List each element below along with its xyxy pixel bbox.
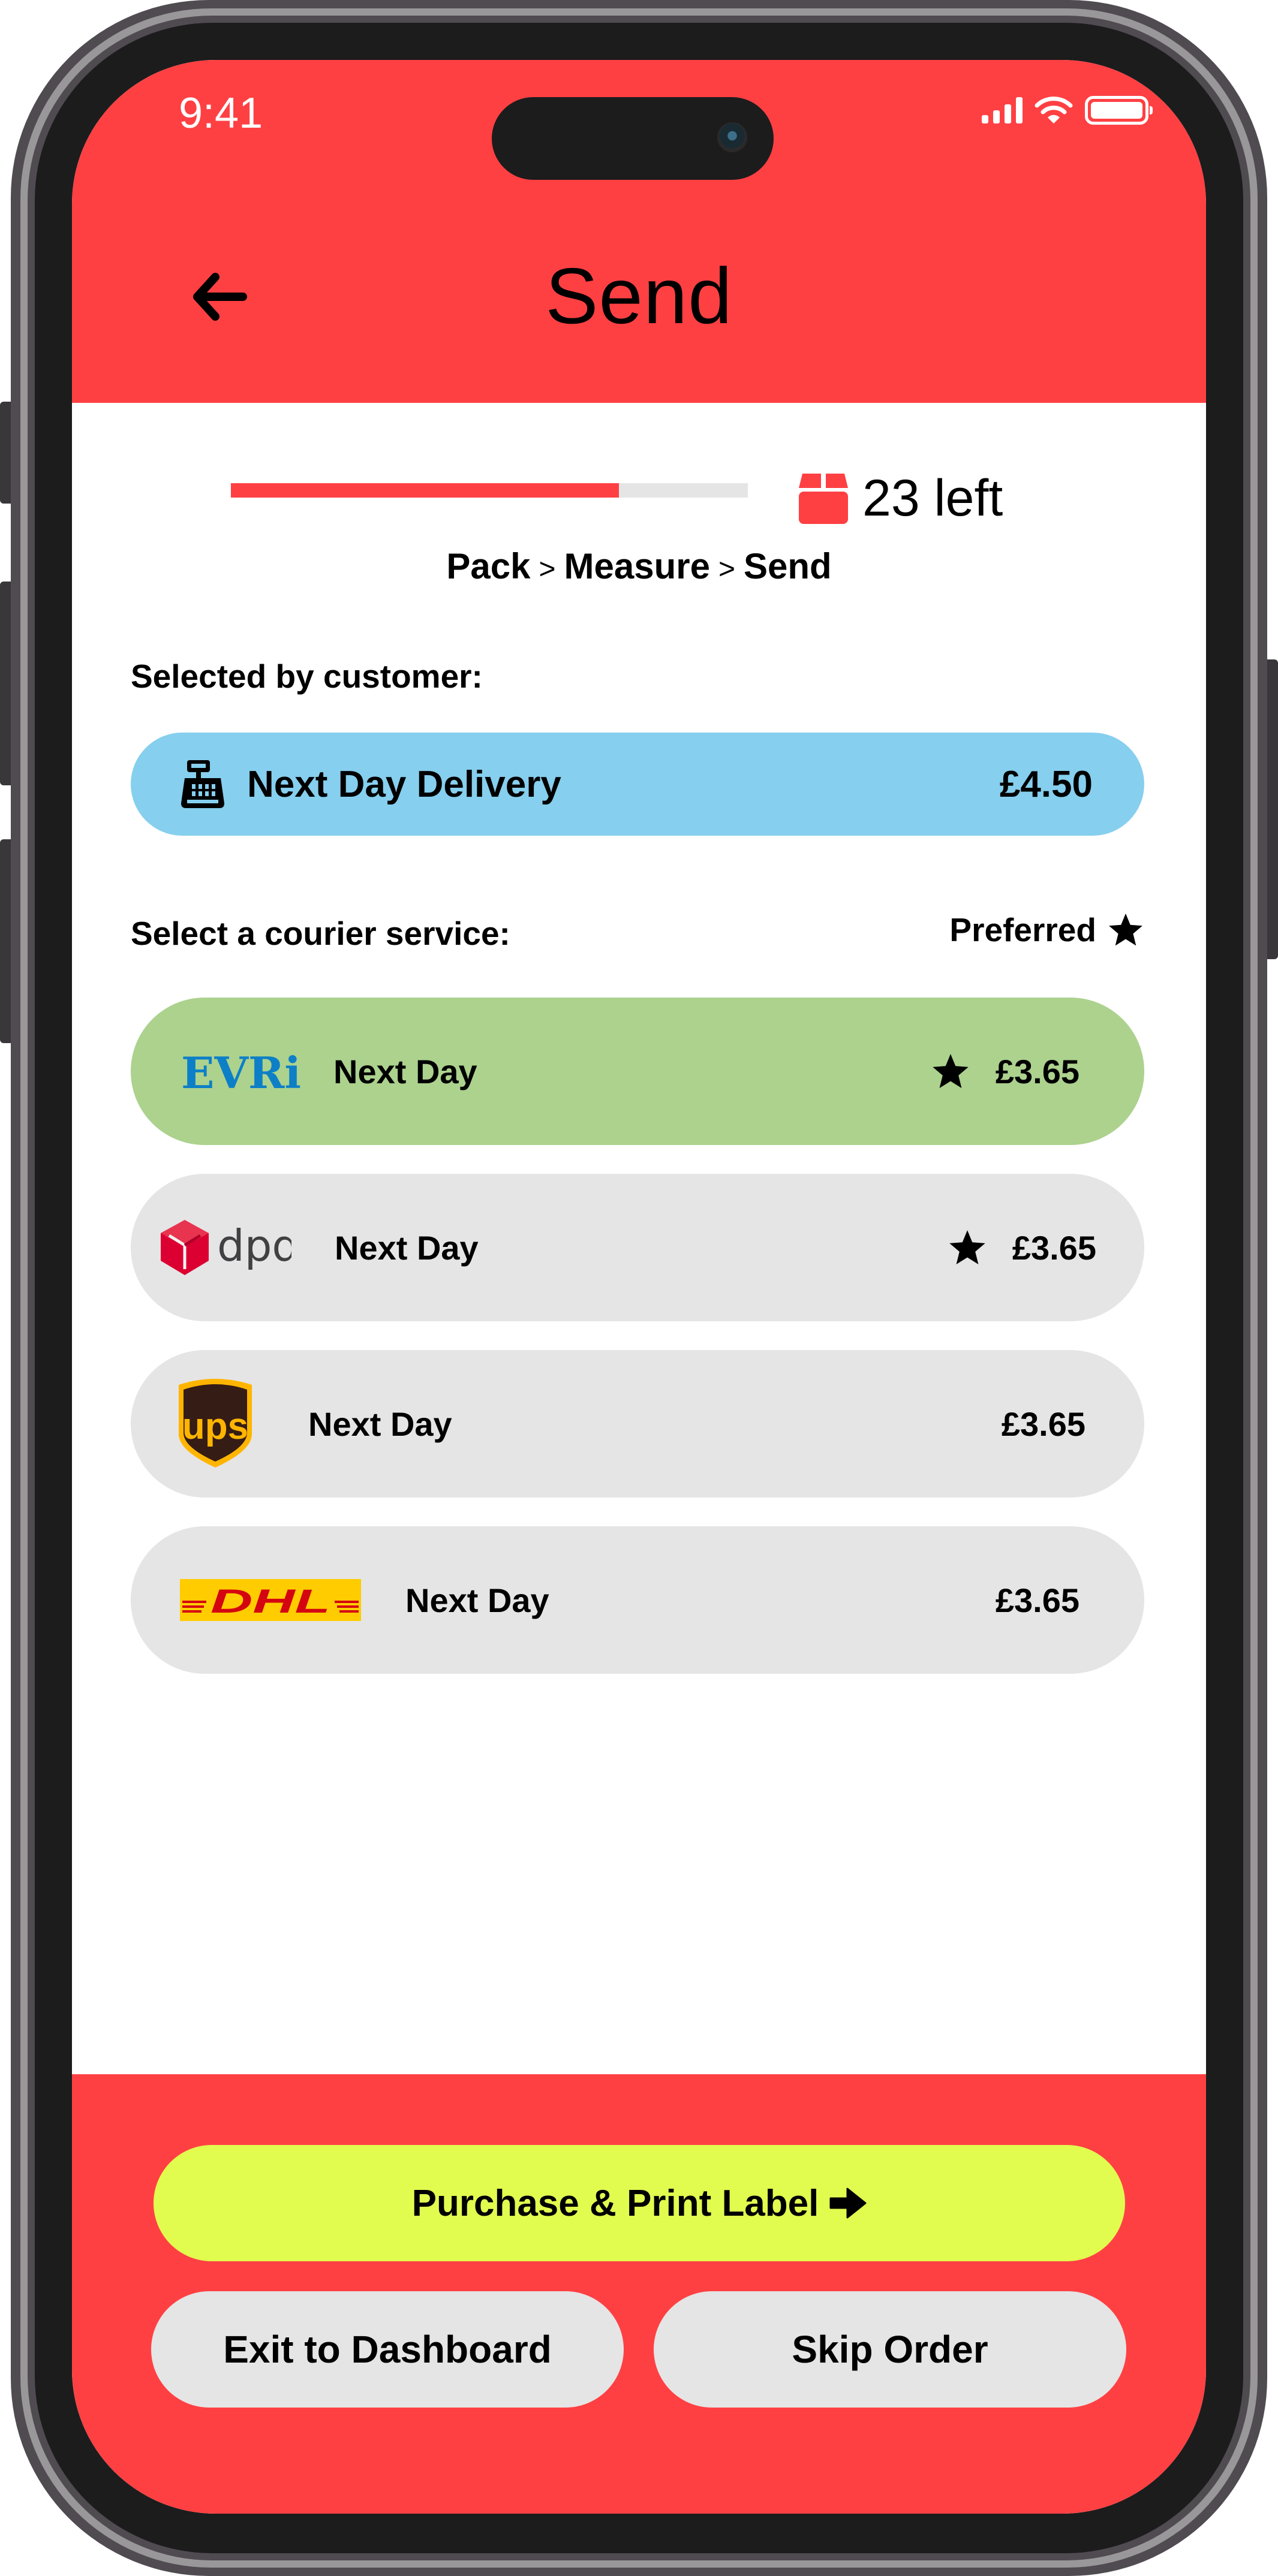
courier-service: Next Day xyxy=(335,1228,479,1267)
svg-text:EVRi: EVRi xyxy=(181,1052,301,1090)
header-bar: 9:41 Send xyxy=(72,60,1206,403)
courier-service: Next Day xyxy=(405,1581,549,1619)
skip-order-text: Skip Order xyxy=(792,2328,988,2371)
courier-option-dhl[interactable]: DHL Next Day £3.65 xyxy=(131,1526,1144,1674)
progress-bar xyxy=(231,483,748,498)
breadcrumb-separator: > xyxy=(718,553,735,585)
preferred-star-icon xyxy=(933,1054,969,1089)
dhl-logo: DHL xyxy=(180,1579,361,1621)
customer-selected-service: Next Day Delivery £4.50 xyxy=(131,733,1144,836)
svg-text:DHL: DHL xyxy=(211,1582,330,1620)
courier-price: £3.65 xyxy=(1001,1405,1085,1443)
breadcrumb-step-measure: Measure xyxy=(564,546,710,586)
courier-price: £3.65 xyxy=(1012,1228,1096,1267)
preferred-label: Preferred xyxy=(949,911,1096,948)
breadcrumb-step-send: Send xyxy=(743,546,832,586)
evri-logo: EVRi xyxy=(181,1052,301,1090)
courier-option-dpd[interactable]: dpd Next Day £3.65 xyxy=(131,1174,1144,1321)
breadcrumb-separator: > xyxy=(539,553,556,585)
status-time: 9:41 xyxy=(179,89,263,137)
courier-section-label: Select a courier service: xyxy=(131,915,510,952)
app-screen: 9:41 Send 23 left Pack > Measure > Send … xyxy=(72,60,1206,2514)
purchase-print-label-button[interactable]: Purchase & Print Label xyxy=(154,2145,1125,2261)
courier-price: £3.65 xyxy=(995,1052,1079,1090)
courier-price: £3.65 xyxy=(995,1581,1079,1619)
cellular-signal-icon xyxy=(982,97,1023,123)
progress-fill xyxy=(231,483,619,498)
svg-text:dpd: dpd xyxy=(217,1221,291,1271)
package-icon xyxy=(799,473,848,524)
preferred-star-icon xyxy=(949,1230,985,1265)
courier-service: Next Day xyxy=(333,1052,477,1090)
breadcrumb-step-pack: Pack xyxy=(446,546,531,586)
battery-icon xyxy=(1085,96,1153,125)
remaining-label: 23 left xyxy=(862,469,1003,527)
page-title: Send xyxy=(545,252,733,340)
svg-text:ups: ups xyxy=(182,1406,248,1447)
remaining-count: 23 left xyxy=(798,469,1003,528)
arrow-right-icon xyxy=(829,2188,867,2219)
customer-selection-label: Selected by customer: xyxy=(131,658,483,695)
breadcrumb: Pack > Measure > Send xyxy=(72,546,1206,587)
exit-to-dashboard-button[interactable]: Exit to Dashboard xyxy=(151,2291,624,2408)
exit-to-dashboard-text: Exit to Dashboard xyxy=(223,2328,552,2371)
customer-service-price: £4.50 xyxy=(999,763,1093,805)
star-icon xyxy=(1109,913,1142,946)
courier-option-ups[interactable]: ups Next Day £3.65 xyxy=(131,1350,1144,1498)
courier-option-evri[interactable]: EVRi Next Day £3.65 xyxy=(131,998,1144,1145)
ups-logo: ups xyxy=(179,1379,252,1468)
courier-service: Next Day xyxy=(308,1405,452,1443)
wifi-icon xyxy=(1035,97,1073,123)
dynamic-island xyxy=(492,97,774,180)
customer-service-name: Next Day Delivery xyxy=(247,763,561,805)
preferred-legend: Preferred xyxy=(949,911,1144,949)
camera-icon xyxy=(717,122,747,152)
skip-order-button[interactable]: Skip Order xyxy=(654,2291,1126,2408)
purchase-print-label-text: Purchase & Print Label xyxy=(411,2182,819,2224)
cash-register-icon xyxy=(181,760,224,808)
dpd-logo: dpd xyxy=(161,1220,291,1275)
action-footer: Purchase & Print Label Exit to Dashboard… xyxy=(72,2074,1206,2514)
status-icons xyxy=(982,96,1153,125)
